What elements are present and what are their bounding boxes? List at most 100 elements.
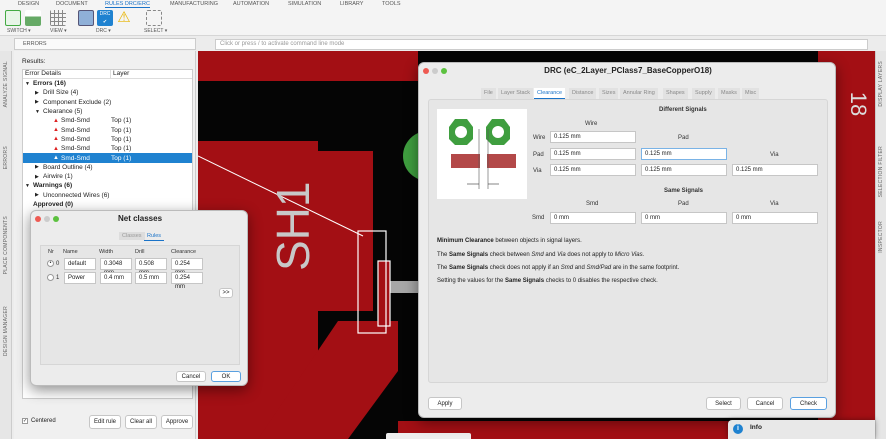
netclass-radio[interactable]	[47, 274, 54, 281]
expand-toggle-icon[interactable]: ▼	[25, 183, 33, 189]
tree-row[interactable]: ▶ Component Exclude (2)	[23, 98, 192, 107]
tab-rules[interactable]: Rules	[144, 232, 165, 241]
tab-document[interactable]: DOCUMENT	[56, 1, 88, 7]
netclass-clearance-input[interactable]: 0.254 mm	[171, 258, 203, 276]
grid-icon[interactable]	[50, 10, 66, 26]
tree-row[interactable]: ▶ Drill Size (4)	[23, 88, 192, 97]
netclass-name-input[interactable]: default	[64, 258, 96, 270]
tab-tools[interactable]: TOOLS	[382, 1, 401, 7]
sidebar-tab-display-layers[interactable]: DISPLAY LAYERS	[878, 61, 884, 107]
drc-tab-layer-stack[interactable]: Layer Stack	[498, 88, 534, 99]
smd-via-input[interactable]: 0 mm	[732, 212, 818, 224]
zoom-window-button[interactable]	[441, 68, 447, 74]
netclass-drill-input[interactable]: 0.508 mm	[135, 258, 167, 276]
expand-toggle-icon[interactable]: ▶	[35, 99, 43, 105]
clear-all-button[interactable]: Clear all	[125, 415, 157, 429]
tree-row[interactable]: ▼ Errors (16)	[23, 79, 192, 88]
group-select[interactable]: SELECT ▾	[144, 28, 167, 34]
tab-automation[interactable]: AUTOMATION	[233, 1, 269, 7]
tree-row[interactable]: Approved (0)	[23, 200, 192, 209]
netclass-drill-input[interactable]: 0.5 mm	[135, 272, 167, 284]
drc-tab-file[interactable]: File	[481, 88, 496, 99]
drc-tab-shapes[interactable]: Shapes	[663, 88, 688, 99]
tab-simulation[interactable]: SIMULATION	[288, 1, 321, 7]
wire-wire-input[interactable]: 0.125 mm	[550, 131, 636, 143]
netclass-width-input[interactable]: 0.4 mm	[100, 272, 132, 284]
cancel-button[interactable]: Cancel	[176, 371, 206, 382]
tab-manufacturing[interactable]: MANUFACTURING	[170, 1, 218, 7]
column-layer[interactable]: Layer	[111, 70, 129, 78]
smd-smd-input[interactable]: 0 mm	[550, 212, 636, 224]
select-icon[interactable]	[146, 10, 162, 26]
smd-pad-input[interactable]: 0 mm	[641, 212, 727, 224]
column-error-details[interactable]: Error Details	[23, 70, 111, 78]
sidebar-tab-place-components[interactable]: PLACE COMPONENTS	[3, 216, 9, 274]
netclass-radio[interactable]: •	[47, 260, 54, 267]
drc-tab-clearance[interactable]: Clearance	[534, 88, 566, 99]
expand-button[interactable]: >>	[219, 288, 233, 298]
tree-row[interactable]: ▶ Board Outline (4)	[23, 163, 192, 172]
centered-checkbox[interactable]: ✓	[22, 418, 28, 424]
via-pad-input[interactable]: 0.125 mm	[641, 164, 727, 176]
tab-library[interactable]: LIBRARY	[340, 1, 363, 7]
group-drc[interactable]: DRC ▾	[96, 28, 111, 34]
minimize-window-button[interactable]	[44, 216, 50, 222]
switch-schematic-icon[interactable]	[5, 10, 21, 26]
drc-tab-supply[interactable]: Supply	[692, 88, 715, 99]
via-wire-input[interactable]: 0.125 mm	[550, 164, 636, 176]
tree-row[interactable]: ▲ Smd-Smd Top (1)	[23, 116, 192, 125]
tree-row[interactable]: ▼ Warnings (6)	[23, 181, 192, 190]
sidebar-tab-errors[interactable]: ERRORS	[3, 146, 9, 169]
info-toast[interactable]: i Info	[728, 420, 875, 439]
sidebar-tab-analyze-signal[interactable]: ANALYZE SIGNAL	[3, 61, 9, 107]
apply-button[interactable]: Apply	[428, 397, 462, 410]
switch-board-icon[interactable]	[25, 10, 41, 26]
tab-design[interactable]: DESIGN	[18, 1, 39, 7]
drc-tab-masks[interactable]: Masks	[718, 88, 740, 99]
tree-row[interactable]: ▶ Airwire (1)	[23, 172, 192, 181]
tab-rules-drc-erc[interactable]: RULES DRC/ERC	[105, 1, 150, 8]
tree-row[interactable]: ▲ Smd-Smd Top (1)	[23, 144, 192, 153]
netclass-clearance-input[interactable]: 0.254 mm	[171, 272, 203, 290]
netclass-name-input[interactable]: Power	[64, 272, 96, 284]
tree-row[interactable]: ▼ Clearance (5)	[23, 107, 192, 116]
pad-pad-input[interactable]: 0.125 mm	[641, 148, 727, 160]
expand-toggle-icon[interactable]: ▶	[35, 164, 43, 170]
expand-toggle-icon[interactable]: ▶	[35, 192, 43, 198]
select-button[interactable]: Select	[706, 397, 741, 410]
pad-wire-input[interactable]: 0.125 mm	[550, 148, 636, 160]
tree-row[interactable]: ▶ Unconnected Wires (6)	[23, 191, 192, 200]
zoom-window-button[interactable]	[53, 216, 59, 222]
approve-button[interactable]: Approve	[161, 415, 193, 429]
command-line-input[interactable]: Click or press / to activate command lin…	[215, 39, 868, 50]
edit-rule-button[interactable]: Edit rule	[89, 415, 121, 429]
erc-warning-icon[interactable]: ⚠	[116, 10, 132, 26]
drc-tab-annular-ring[interactable]: Annular Ring	[620, 88, 658, 99]
drc-tab-misc[interactable]: Misc	[742, 88, 760, 99]
netclass-width-input[interactable]: 0.3048 mm	[100, 258, 132, 276]
expand-toggle-icon[interactable]: ▶	[35, 174, 43, 180]
close-window-button[interactable]	[35, 216, 41, 222]
netclasses-icon[interactable]	[78, 10, 94, 26]
check-button[interactable]: Check	[790, 397, 827, 410]
tab-classes[interactable]: Classes	[119, 232, 145, 240]
canvas-mini-toolbar[interactable]	[386, 433, 471, 439]
drc-icon[interactable]: DRC ✔	[97, 10, 113, 26]
ok-button[interactable]: OK	[211, 371, 241, 382]
expand-toggle-icon[interactable]: ▼	[25, 81, 33, 87]
expand-toggle-icon[interactable]: ▶	[35, 90, 43, 96]
drc-tab-sizes[interactable]: Sizes	[599, 88, 619, 99]
group-switch[interactable]: SWITCH ▾	[7, 28, 31, 34]
close-window-button[interactable]	[423, 68, 429, 74]
sidebar-tab-inspector[interactable]: INSPECTOR	[878, 221, 884, 253]
cancel-button[interactable]: Cancel	[747, 397, 783, 410]
tree-row[interactable]: ▲ Smd-Smd Top (1)	[23, 153, 192, 163]
tree-row[interactable]: ▲ Smd-Smd Top (1)	[23, 135, 192, 144]
drc-tab-distance[interactable]: Distance	[569, 88, 597, 99]
sidebar-tab-design-manager[interactable]: DESIGN MANAGER	[3, 306, 9, 356]
sidebar-tab-selection-filter[interactable]: SELECTION FILTER	[878, 146, 884, 197]
minimize-window-button[interactable]	[432, 68, 438, 74]
tree-row[interactable]: ▲ Smd-Smd Top (1)	[23, 125, 192, 134]
expand-toggle-icon[interactable]: ▼	[35, 109, 43, 115]
group-view[interactable]: VIEW ▾	[50, 28, 67, 34]
